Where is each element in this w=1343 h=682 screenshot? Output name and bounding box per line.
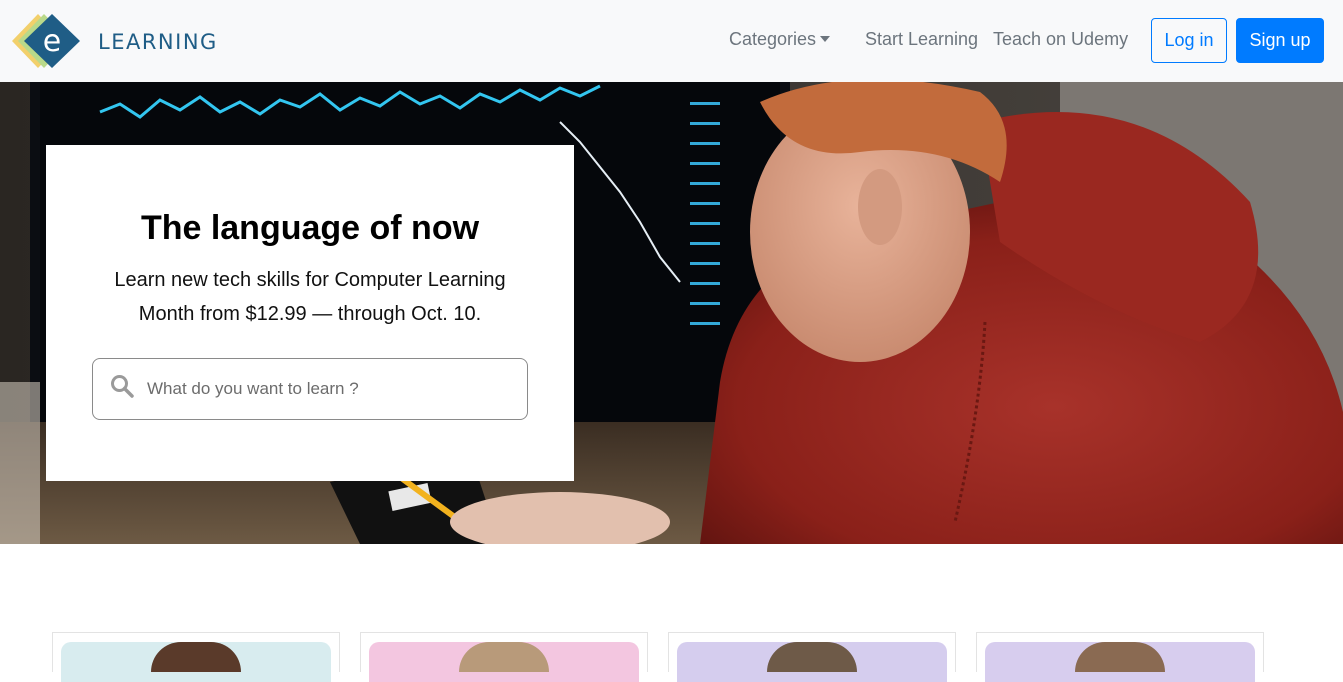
course-card-image xyxy=(61,642,331,682)
brand-name: LEARNING xyxy=(98,30,218,54)
course-card[interactable] xyxy=(360,632,648,682)
top-navbar: e LEARNING Categories Start Learning Tea… xyxy=(0,0,1343,82)
teach-on-udemy-link[interactable]: Teach on Udemy xyxy=(993,29,1128,50)
brand-logo[interactable]: e LEARNING xyxy=(10,12,240,70)
course-card-image xyxy=(369,642,639,682)
course-search-box[interactable] xyxy=(92,358,528,420)
course-card-image xyxy=(985,642,1255,682)
categories-dropdown[interactable]: Categories xyxy=(729,29,831,50)
elearning-logo-icon: e xyxy=(12,14,80,68)
course-card[interactable] xyxy=(976,632,1264,682)
course-cards-row xyxy=(0,632,1343,682)
start-learning-link[interactable]: Start Learning xyxy=(865,29,978,50)
hero-subtitle: Learn new tech skills for Computer Learn… xyxy=(114,269,506,325)
course-card-image xyxy=(677,642,947,682)
signup-button[interactable]: Sign up xyxy=(1236,18,1324,63)
hero-card: The language of now Learn new tech skill… xyxy=(46,145,574,481)
search-icon xyxy=(111,375,134,398)
search-input[interactable] xyxy=(147,373,507,405)
course-card[interactable] xyxy=(668,632,956,682)
hero-title: The language of now xyxy=(140,209,480,247)
categories-label: Categories xyxy=(729,29,817,49)
hero-banner: The language of now Learn new tech skill… xyxy=(0,82,1343,544)
login-button[interactable]: Log in xyxy=(1151,18,1227,63)
logo-letter: e xyxy=(43,24,61,59)
course-card[interactable] xyxy=(52,632,340,682)
caret-down-icon xyxy=(820,35,831,42)
